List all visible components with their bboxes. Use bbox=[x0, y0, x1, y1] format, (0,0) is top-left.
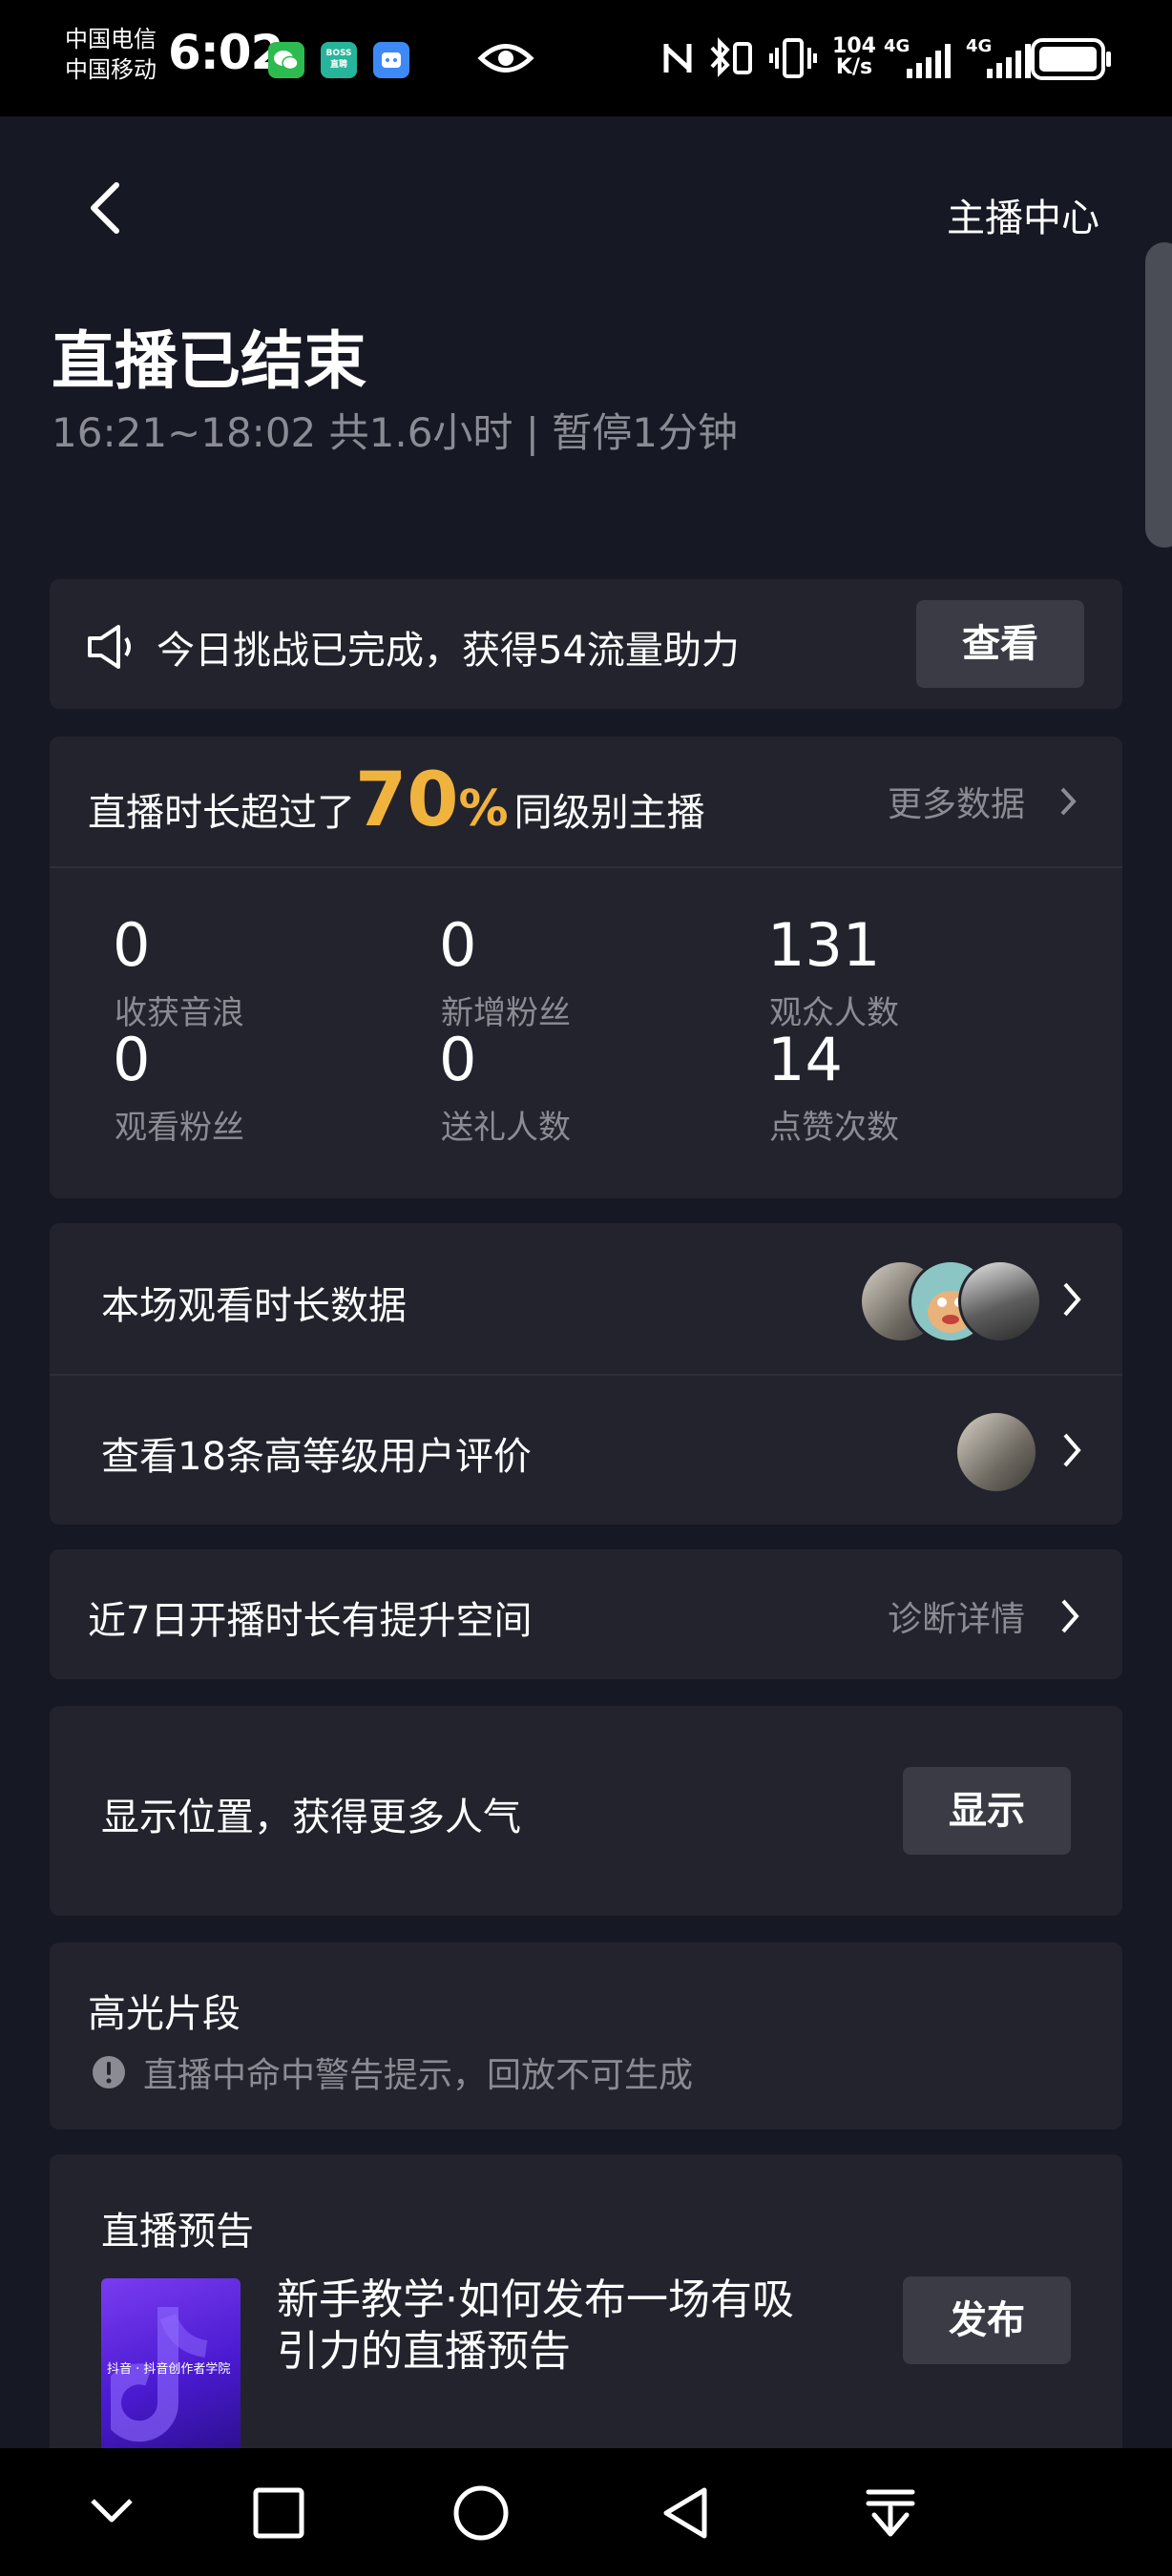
preview-card: 直播预告 抖音 · 抖音创作者学院 新手教学·如何发布一场有吸 引力的直播预告 … bbox=[50, 2154, 1122, 2460]
more-data-chevron-icon[interactable] bbox=[1059, 786, 1077, 817]
chevron-right-icon bbox=[1063, 1433, 1081, 1467]
duration-rank-percent-sign: % bbox=[458, 780, 509, 838]
location-label: 显示位置，获得更多人气 bbox=[101, 1796, 521, 1839]
stat-value-new-fans: 0 bbox=[439, 910, 477, 980]
more-data-link[interactable]: 更多数据 bbox=[888, 777, 1025, 826]
stat-value-likes: 14 bbox=[767, 1025, 843, 1094]
chevron-right-icon bbox=[1061, 1599, 1079, 1633]
status-bar: 中国电信 中国移动 6:02 BOSS 直聘 104 K/s 4G 4G bbox=[0, 0, 1172, 116]
net-speed: 104 K/s bbox=[832, 36, 876, 78]
duration-rank-suffix: 同级别主播 bbox=[513, 791, 705, 835]
publish-button[interactable]: 发布 bbox=[903, 2276, 1071, 2364]
divider bbox=[50, 866, 1122, 868]
stat-value-sound-waves: 0 bbox=[113, 910, 151, 980]
preview-item-line-1: 新手教学·如何发布一场有吸 bbox=[277, 2275, 794, 2324]
reviewer-avatar bbox=[954, 1410, 1038, 1494]
thumbnail-caption: 抖音 · 抖音创作者学院 bbox=[107, 2362, 231, 2377]
improve-row[interactable]: 近7日开播时长有提升空间 诊断详情 bbox=[50, 1549, 1122, 1679]
signal-icon-2 bbox=[987, 44, 1031, 78]
boss-app-icon: BOSS 直聘 bbox=[321, 42, 357, 78]
challenge-text: 今日挑战已完成，获得54流量助力 bbox=[157, 629, 740, 673]
warning-icon bbox=[93, 2056, 125, 2088]
reviews-label: 查看18条高等级用户评价 bbox=[101, 1435, 532, 1479]
navigation-bar bbox=[0, 2448, 1172, 2576]
location-card: 显示位置，获得更多人气 显示 bbox=[50, 1706, 1122, 1916]
home-icon[interactable] bbox=[452, 2484, 510, 2542]
duration-rank-line: 直播时长超过了70% 同级别主播 bbox=[88, 758, 705, 843]
show-location-button[interactable]: 显示 bbox=[903, 1767, 1071, 1855]
view-button[interactable]: 查看 bbox=[916, 600, 1084, 688]
carrier-2: 中国移动 bbox=[65, 56, 157, 83]
carrier-1: 中国电信 bbox=[65, 26, 157, 52]
status-time: 6:02 bbox=[168, 25, 283, 80]
preview-item-line-2: 引力的直播预告 bbox=[277, 2327, 571, 2376]
viewer-avatar-3 bbox=[958, 1259, 1042, 1343]
nfc-icon bbox=[663, 44, 692, 73]
reviews-row[interactable]: 查看18条高等级用户评价 bbox=[50, 1376, 1122, 1525]
preview-thumbnail[interactable]: 抖音 · 抖音创作者学院 bbox=[101, 2278, 241, 2460]
live-time-summary: 16:21~18:02 共1.6小时 | 暂停1分钟 bbox=[52, 409, 738, 456]
recent-apps-icon[interactable] bbox=[252, 2486, 305, 2540]
notification-pulldown-icon[interactable] bbox=[865, 2486, 916, 2542]
stat-label-watching-fans: 观看粉丝 bbox=[115, 1109, 244, 1147]
highlights-warning-text: 直播中命中警告提示，回放不可生成 bbox=[143, 2056, 694, 2095]
boss-app-label-1: BOSS bbox=[325, 49, 352, 58]
signal-icon-1 bbox=[907, 44, 951, 78]
vibrate-icon bbox=[769, 38, 817, 78]
back-icon[interactable] bbox=[659, 2484, 712, 2542]
preview-item-title[interactable]: 新手教学·如何发布一场有吸 引力的直播预告 bbox=[277, 2275, 794, 2378]
duration-rank-percent: 70 bbox=[355, 758, 459, 843]
stat-value-watching-fans: 0 bbox=[113, 1025, 151, 1094]
chevron-down-icon[interactable] bbox=[88, 2496, 136, 2524]
highlights-card: 高光片段 直播中命中警告提示，回放不可生成 bbox=[50, 1942, 1122, 2129]
net-speed-unit: K/s bbox=[835, 55, 873, 79]
eye-icon bbox=[477, 44, 534, 73]
scrollbar[interactable] bbox=[1145, 242, 1172, 548]
stats-card: 直播时长超过了70% 同级别主播 更多数据 0 收获音浪 0 新增粉丝 131 观… bbox=[50, 737, 1122, 1198]
back-arrow-icon[interactable] bbox=[86, 181, 124, 235]
duration-rank-prefix: 直播时长超过了 bbox=[88, 791, 355, 835]
preview-title: 直播预告 bbox=[101, 2210, 254, 2254]
stat-label-gift-senders: 送礼人数 bbox=[441, 1109, 571, 1147]
stat-label-likes: 点赞次数 bbox=[769, 1109, 899, 1147]
watch-duration-row[interactable]: 本场观看时长数据 bbox=[50, 1223, 1122, 1374]
bluetooth-icon bbox=[710, 37, 752, 77]
wechat-icon bbox=[268, 42, 304, 78]
page-title: 直播已结束 bbox=[52, 324, 366, 398]
watch-duration-label: 本场观看时长数据 bbox=[101, 1284, 407, 1328]
chevron-right-icon bbox=[1063, 1282, 1081, 1317]
stat-value-gift-senders: 0 bbox=[439, 1025, 477, 1094]
improve-label: 近7日开播时长有提升空间 bbox=[88, 1599, 533, 1643]
stat-value-viewers: 131 bbox=[767, 910, 881, 980]
diagnosis-link[interactable]: 诊断详情 bbox=[888, 1591, 1025, 1641]
anchor-center-link[interactable]: 主播中心 bbox=[947, 187, 1099, 242]
speaker-icon bbox=[88, 625, 131, 669]
highlights-title: 高光片段 bbox=[88, 1992, 241, 2036]
app-icon bbox=[373, 42, 409, 78]
battery-icon bbox=[1031, 38, 1111, 80]
boss-app-label-2: 直聘 bbox=[329, 60, 347, 70]
challenge-card: 今日挑战已完成，获得54流量助力 查看 bbox=[50, 579, 1122, 709]
